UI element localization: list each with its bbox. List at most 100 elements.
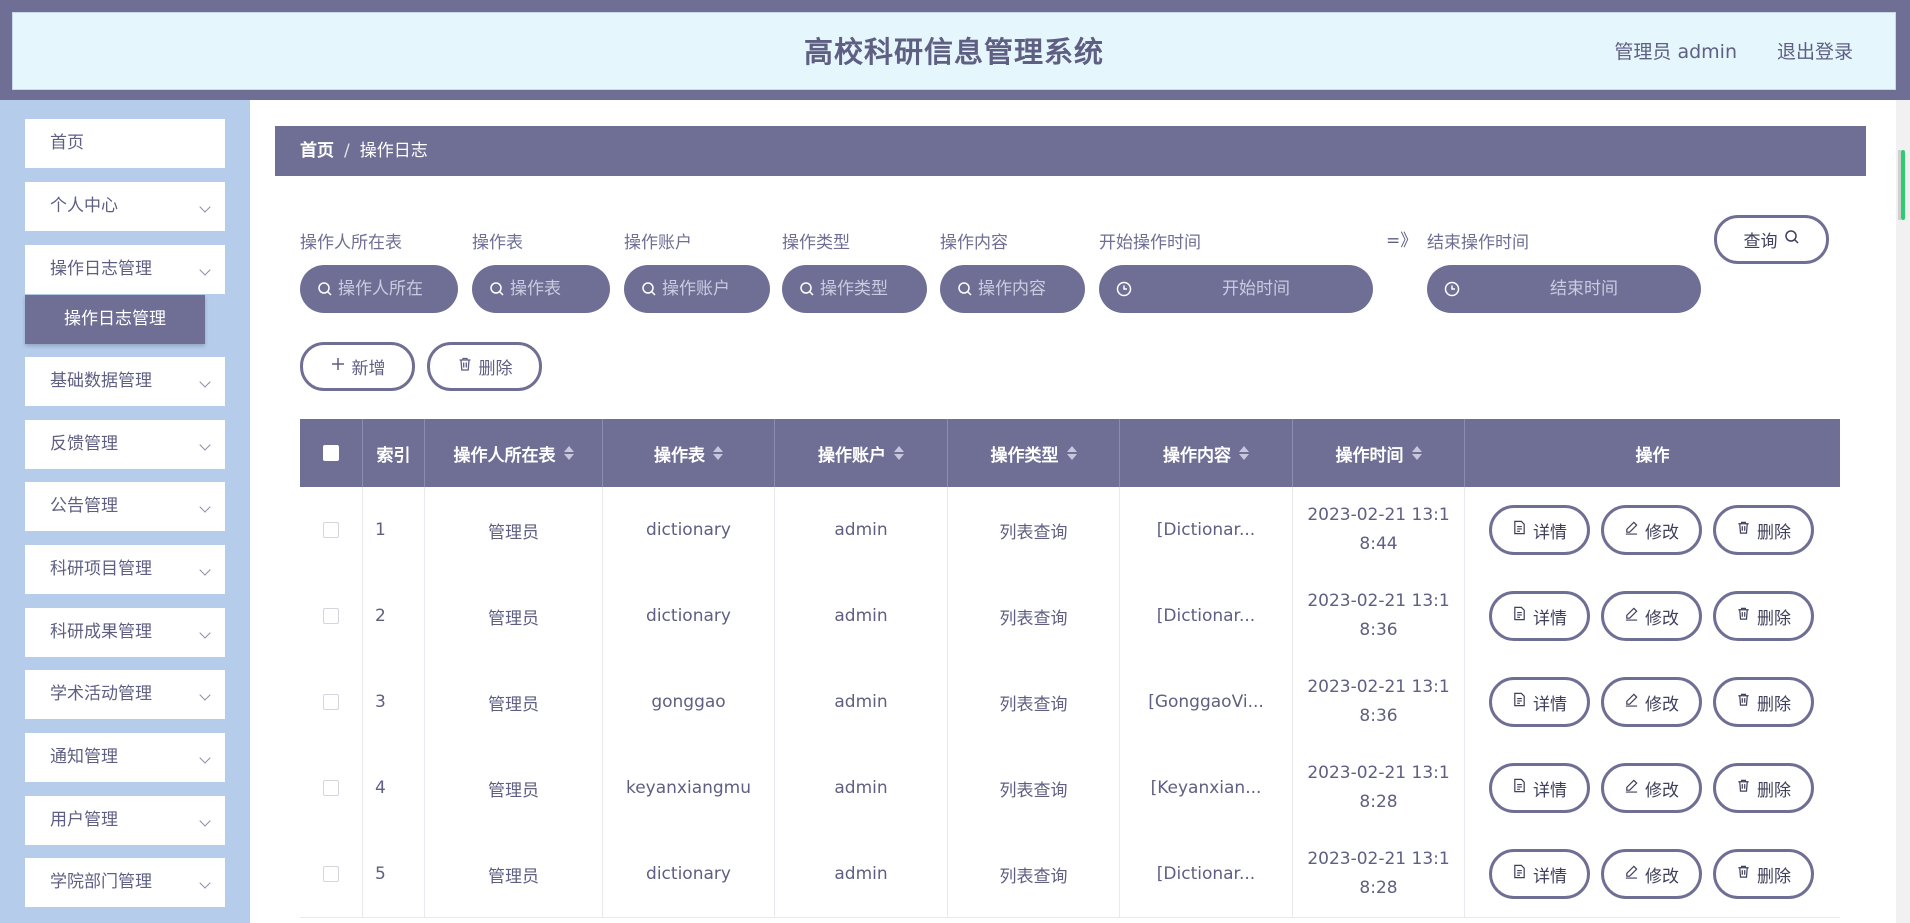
sidebar-item-notice[interactable]: 公告管理 bbox=[25, 482, 225, 531]
trash-icon bbox=[1736, 606, 1751, 626]
sort-icon[interactable] bbox=[1411, 446, 1422, 460]
actions-cell: 详情 修改 删除 bbox=[1465, 745, 1840, 831]
chevron-down-icon bbox=[199, 439, 211, 451]
scrollbar-thumb[interactable] bbox=[1901, 150, 1905, 220]
detail-button-label: 详情 bbox=[1533, 608, 1567, 629]
content-cell: [Dictionar... bbox=[1120, 573, 1293, 659]
time-cell: 2023-02-21 13:18:36 bbox=[1293, 573, 1465, 659]
row-checkbox[interactable] bbox=[323, 694, 339, 710]
row-checkbox[interactable] bbox=[323, 780, 339, 796]
logout-link[interactable]: 退出登录 bbox=[1777, 13, 1853, 91]
chevron-down-icon bbox=[199, 201, 211, 213]
sidebar-item-academic-activity[interactable]: 学术活动管理 bbox=[25, 670, 225, 719]
content-cell: [GonggaoVi... bbox=[1120, 659, 1293, 745]
operator-table-cell: 管理员 bbox=[425, 831, 603, 917]
sidebar-item-department[interactable]: 学院部门管理 bbox=[25, 858, 225, 907]
table-row: 4 管理员 keyanxiangmu admin 列表查询 [Keyanxian... 20… bbox=[300, 745, 1840, 832]
index-cell: 5 bbox=[363, 831, 425, 917]
filter-input-content[interactable]: 操作内容 bbox=[940, 265, 1085, 313]
filter-input-table[interactable]: 操作表 bbox=[472, 265, 610, 313]
header-content[interactable]: 操作内容 bbox=[1120, 419, 1293, 487]
edit-button[interactable]: 修改 bbox=[1601, 763, 1702, 813]
document-icon bbox=[1512, 692, 1527, 712]
operator-table-cell: 管理员 bbox=[425, 487, 603, 573]
filter-input-operator-table[interactable]: 操作人所在 bbox=[300, 265, 458, 313]
header-time[interactable]: 操作时间 bbox=[1293, 419, 1465, 487]
add-button[interactable]: 新增 bbox=[300, 342, 415, 391]
query-button[interactable]: 查询 bbox=[1714, 215, 1829, 264]
header-operator-table[interactable]: 操作人所在表 bbox=[425, 419, 603, 487]
type-cell: 列表查询 bbox=[948, 573, 1120, 659]
sidebar-item-notification[interactable]: 通知管理 bbox=[25, 733, 225, 782]
time-cell: 2023-02-21 13:18:44 bbox=[1293, 487, 1465, 573]
edit-button[interactable]: 修改 bbox=[1601, 677, 1702, 727]
delete-button[interactable]: 删除 bbox=[1713, 677, 1814, 727]
page-scrollbar[interactable] bbox=[1896, 100, 1910, 923]
detail-button[interactable]: 详情 bbox=[1489, 505, 1590, 555]
sort-icon[interactable] bbox=[894, 446, 904, 460]
breadcrumb-home[interactable]: 首页 bbox=[300, 141, 334, 161]
row-checkbox[interactable] bbox=[323, 522, 339, 538]
header-table[interactable]: 操作表 bbox=[603, 419, 775, 487]
header-table-label: 操作表 bbox=[654, 445, 705, 466]
row-checkbox-cell bbox=[300, 487, 363, 573]
index-cell: 3 bbox=[363, 659, 425, 745]
sidebar-item-label: 公告管理 bbox=[50, 496, 118, 516]
sidebar-item-label: 科研成果管理 bbox=[50, 622, 152, 642]
select-all-checkbox[interactable] bbox=[323, 445, 339, 461]
delete-button[interactable]: 删除 bbox=[1713, 849, 1814, 899]
row-checkbox[interactable] bbox=[323, 608, 339, 624]
header-operator-table-label: 操作人所在表 bbox=[453, 445, 556, 466]
content-cell: [Dictionar... bbox=[1120, 831, 1293, 917]
sidebar-item-label: 学术活动管理 bbox=[50, 684, 152, 704]
edit-button[interactable]: 修改 bbox=[1601, 505, 1702, 555]
detail-button[interactable]: 详情 bbox=[1489, 849, 1590, 899]
row-checkbox[interactable] bbox=[323, 866, 339, 882]
sidebar-item-feedback[interactable]: 反馈管理 bbox=[25, 420, 225, 469]
account-cell: admin bbox=[775, 745, 948, 831]
sidebar-item-research-result[interactable]: 科研成果管理 bbox=[25, 608, 225, 657]
sort-icon[interactable] bbox=[1066, 446, 1077, 460]
end-time-placeholder: 结束时间 bbox=[1550, 279, 1618, 299]
trash-icon bbox=[1736, 778, 1751, 798]
edit-button[interactable]: 修改 bbox=[1601, 849, 1702, 899]
index-cell: 2 bbox=[363, 573, 425, 659]
edit-button[interactable]: 修改 bbox=[1601, 591, 1702, 641]
account-cell: admin bbox=[775, 487, 948, 573]
delete-button[interactable]: 删除 bbox=[1713, 591, 1814, 641]
sort-icon[interactable] bbox=[563, 446, 574, 460]
row-checkbox-cell bbox=[300, 831, 363, 917]
sidebar-item-oplog[interactable]: 操作日志管理 bbox=[25, 245, 225, 294]
delete-button[interactable]: 删除 bbox=[1713, 505, 1814, 555]
pencil-icon bbox=[1624, 864, 1639, 884]
sidebar-item-research-project[interactable]: 科研项目管理 bbox=[25, 545, 225, 594]
sidebar-item-basic-data[interactable]: 基础数据管理 bbox=[25, 357, 225, 406]
filter-input-account[interactable]: 操作账户 bbox=[624, 265, 770, 313]
table-row: 5 管理员 dictionary admin 列表查询 [Dictionar... 2023… bbox=[300, 831, 1840, 918]
detail-button[interactable]: 详情 bbox=[1489, 591, 1590, 641]
filter-placeholder: 操作人所在 bbox=[338, 279, 423, 299]
filter-input-type[interactable]: 操作类型 bbox=[782, 265, 927, 313]
sidebar-item-profile[interactable]: 个人中心 bbox=[25, 182, 225, 231]
content-cell: [Dictionar... bbox=[1120, 487, 1293, 573]
sidebar-item-home[interactable]: 首页 bbox=[25, 119, 225, 168]
sidebar-item-user[interactable]: 用户管理 bbox=[25, 796, 225, 845]
sidebar-item-label: 首页 bbox=[50, 133, 84, 153]
detail-button[interactable]: 详情 bbox=[1489, 763, 1590, 813]
end-time-input[interactable]: 结束时间 bbox=[1427, 265, 1701, 313]
account-cell: admin bbox=[775, 831, 948, 917]
type-cell: 列表查询 bbox=[948, 831, 1120, 917]
end-time-label: 结束操作时间 bbox=[1427, 233, 1529, 253]
sort-icon[interactable] bbox=[713, 446, 723, 460]
document-icon bbox=[1512, 520, 1527, 540]
sort-icon[interactable] bbox=[1239, 446, 1249, 460]
bulk-delete-button[interactable]: 删除 bbox=[427, 342, 542, 391]
start-time-input[interactable]: 开始时间 bbox=[1099, 265, 1373, 313]
detail-button[interactable]: 详情 bbox=[1489, 677, 1590, 727]
sidebar-subitem-oplog-manage[interactable]: 操作日志管理 bbox=[25, 295, 205, 344]
header-type[interactable]: 操作类型 bbox=[948, 419, 1120, 487]
clock-icon bbox=[1114, 265, 1134, 313]
query-label: 查询 bbox=[1743, 232, 1778, 252]
header-account[interactable]: 操作账户 bbox=[775, 419, 948, 487]
delete-button[interactable]: 删除 bbox=[1713, 763, 1814, 813]
